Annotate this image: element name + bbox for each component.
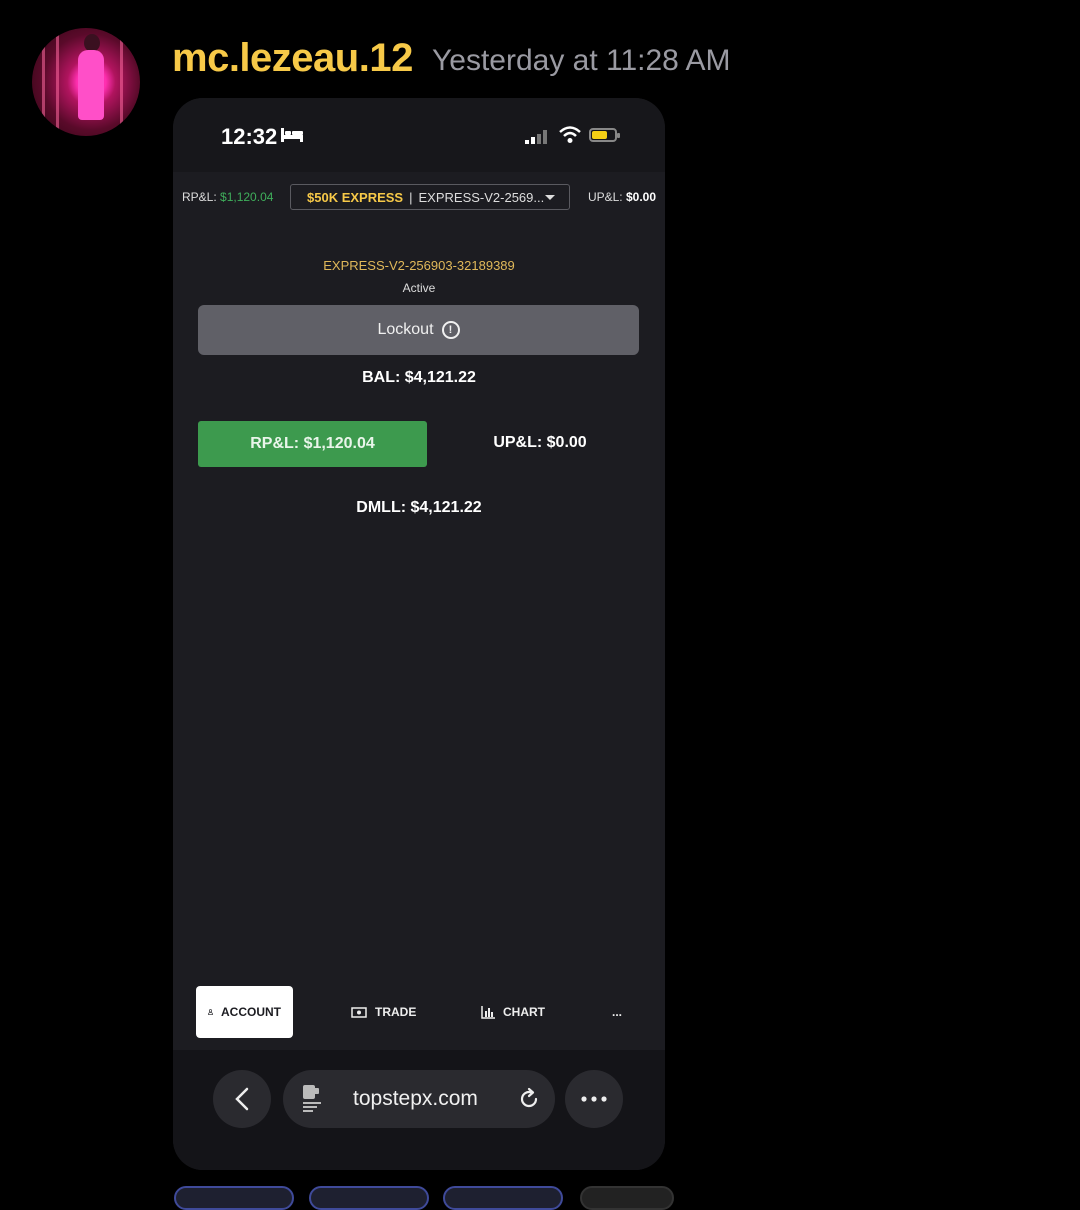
browser-toolbar: topstepx.com [173,1050,665,1170]
message-timestamp: Yesterday at 11:28 AM [432,44,731,77]
browser-address-bar[interactable]: topstepx.com [283,1070,555,1128]
message-username[interactable]: mc.lezeau.12 [172,36,413,81]
browser-back-button[interactable] [213,1070,271,1128]
browser-more-button[interactable] [565,1070,623,1128]
person-icon [208,1009,213,1015]
page-menu-icon[interactable] [301,1084,323,1112]
topbar-upl-value: $0.00 [625,190,656,204]
ellipsis-icon [581,1096,607,1102]
reaction-chip[interactable] [174,1186,294,1210]
phone-status-bar: 12:32 [173,98,665,172]
avatar-decoration [120,28,123,136]
info-icon[interactable]: ! [441,321,460,339]
topbar-rpl-value: $1,120.04 [220,190,274,204]
account-selector-dropdown[interactable]: $50K EXPRESS | EXPRESS-V2-2569... [290,184,570,210]
avatar-decoration [56,28,59,136]
money-icon [351,1006,367,1018]
bed-icon [281,128,303,142]
reaction-chip[interactable] [443,1186,563,1210]
account-status: Active [402,281,436,295]
bottom-nav: ACCOUNT TRADE CHART ... [173,978,665,1050]
dmll-value: DMLL: $4,121.22 [356,499,482,516]
topbar-rpl: RP&L: $1,120.04 [182,190,273,204]
account-short-id: EXPRESS-V2-2569... [418,189,545,205]
unrealized-pnl-value: UP&L: $0.00 [493,434,587,451]
nav-more-button[interactable]: ... [612,986,622,1038]
account-tier-label: $50K EXPRESS [307,189,404,205]
topbar-upl-label: UP&L: [587,190,623,204]
avatar-decoration [42,28,45,136]
attached-phone-screenshot[interactable]: 12:32 RP&L: $1,120.04 $50K EXPRESS | EXP… [173,98,665,1170]
account-separator: | [409,189,413,205]
reload-icon[interactable] [517,1087,541,1111]
reaction-chip[interactable] [309,1186,429,1210]
realized-pnl-badge: RP&L: $1,120.04 [198,421,427,467]
topbar-rpl-label: RP&L: [182,190,217,204]
avatar-figure [78,50,104,120]
nav-account-tab[interactable]: ACCOUNT [196,986,293,1038]
battery-icon [589,128,620,142]
cellular-signal-icon [525,130,547,144]
chevron-left-icon [235,1087,249,1111]
nav-chart-label: CHART [503,1005,545,1019]
wifi-icon [559,126,581,143]
nav-account-label: ACCOUNT [221,1005,281,1019]
user-avatar[interactable] [32,28,140,136]
account-top-bar: RP&L: $1,120.04 $50K EXPRESS | EXPRESS-V… [173,172,665,224]
nav-trade-tab[interactable]: TRADE [351,986,416,1038]
nav-chart-tab[interactable]: CHART [481,986,545,1038]
browser-url-text[interactable]: topstepx.com [353,1087,478,1111]
topbar-upl: UP&L: $0.00 [588,190,656,204]
lockout-button[interactable]: Lockout ! [198,305,639,355]
status-time: 12:32 [221,124,278,149]
lockout-label: Lockout [377,321,434,338]
account-id: EXPRESS-V2-256903-32189389 [323,258,515,273]
chevron-down-icon [545,195,555,200]
add-reaction-chip[interactable] [580,1186,674,1210]
chart-icon [481,1005,495,1019]
more-icon: ... [612,1005,623,1019]
balance-value: BAL: $4,121.22 [362,369,476,386]
nav-trade-label: TRADE [375,1005,417,1019]
